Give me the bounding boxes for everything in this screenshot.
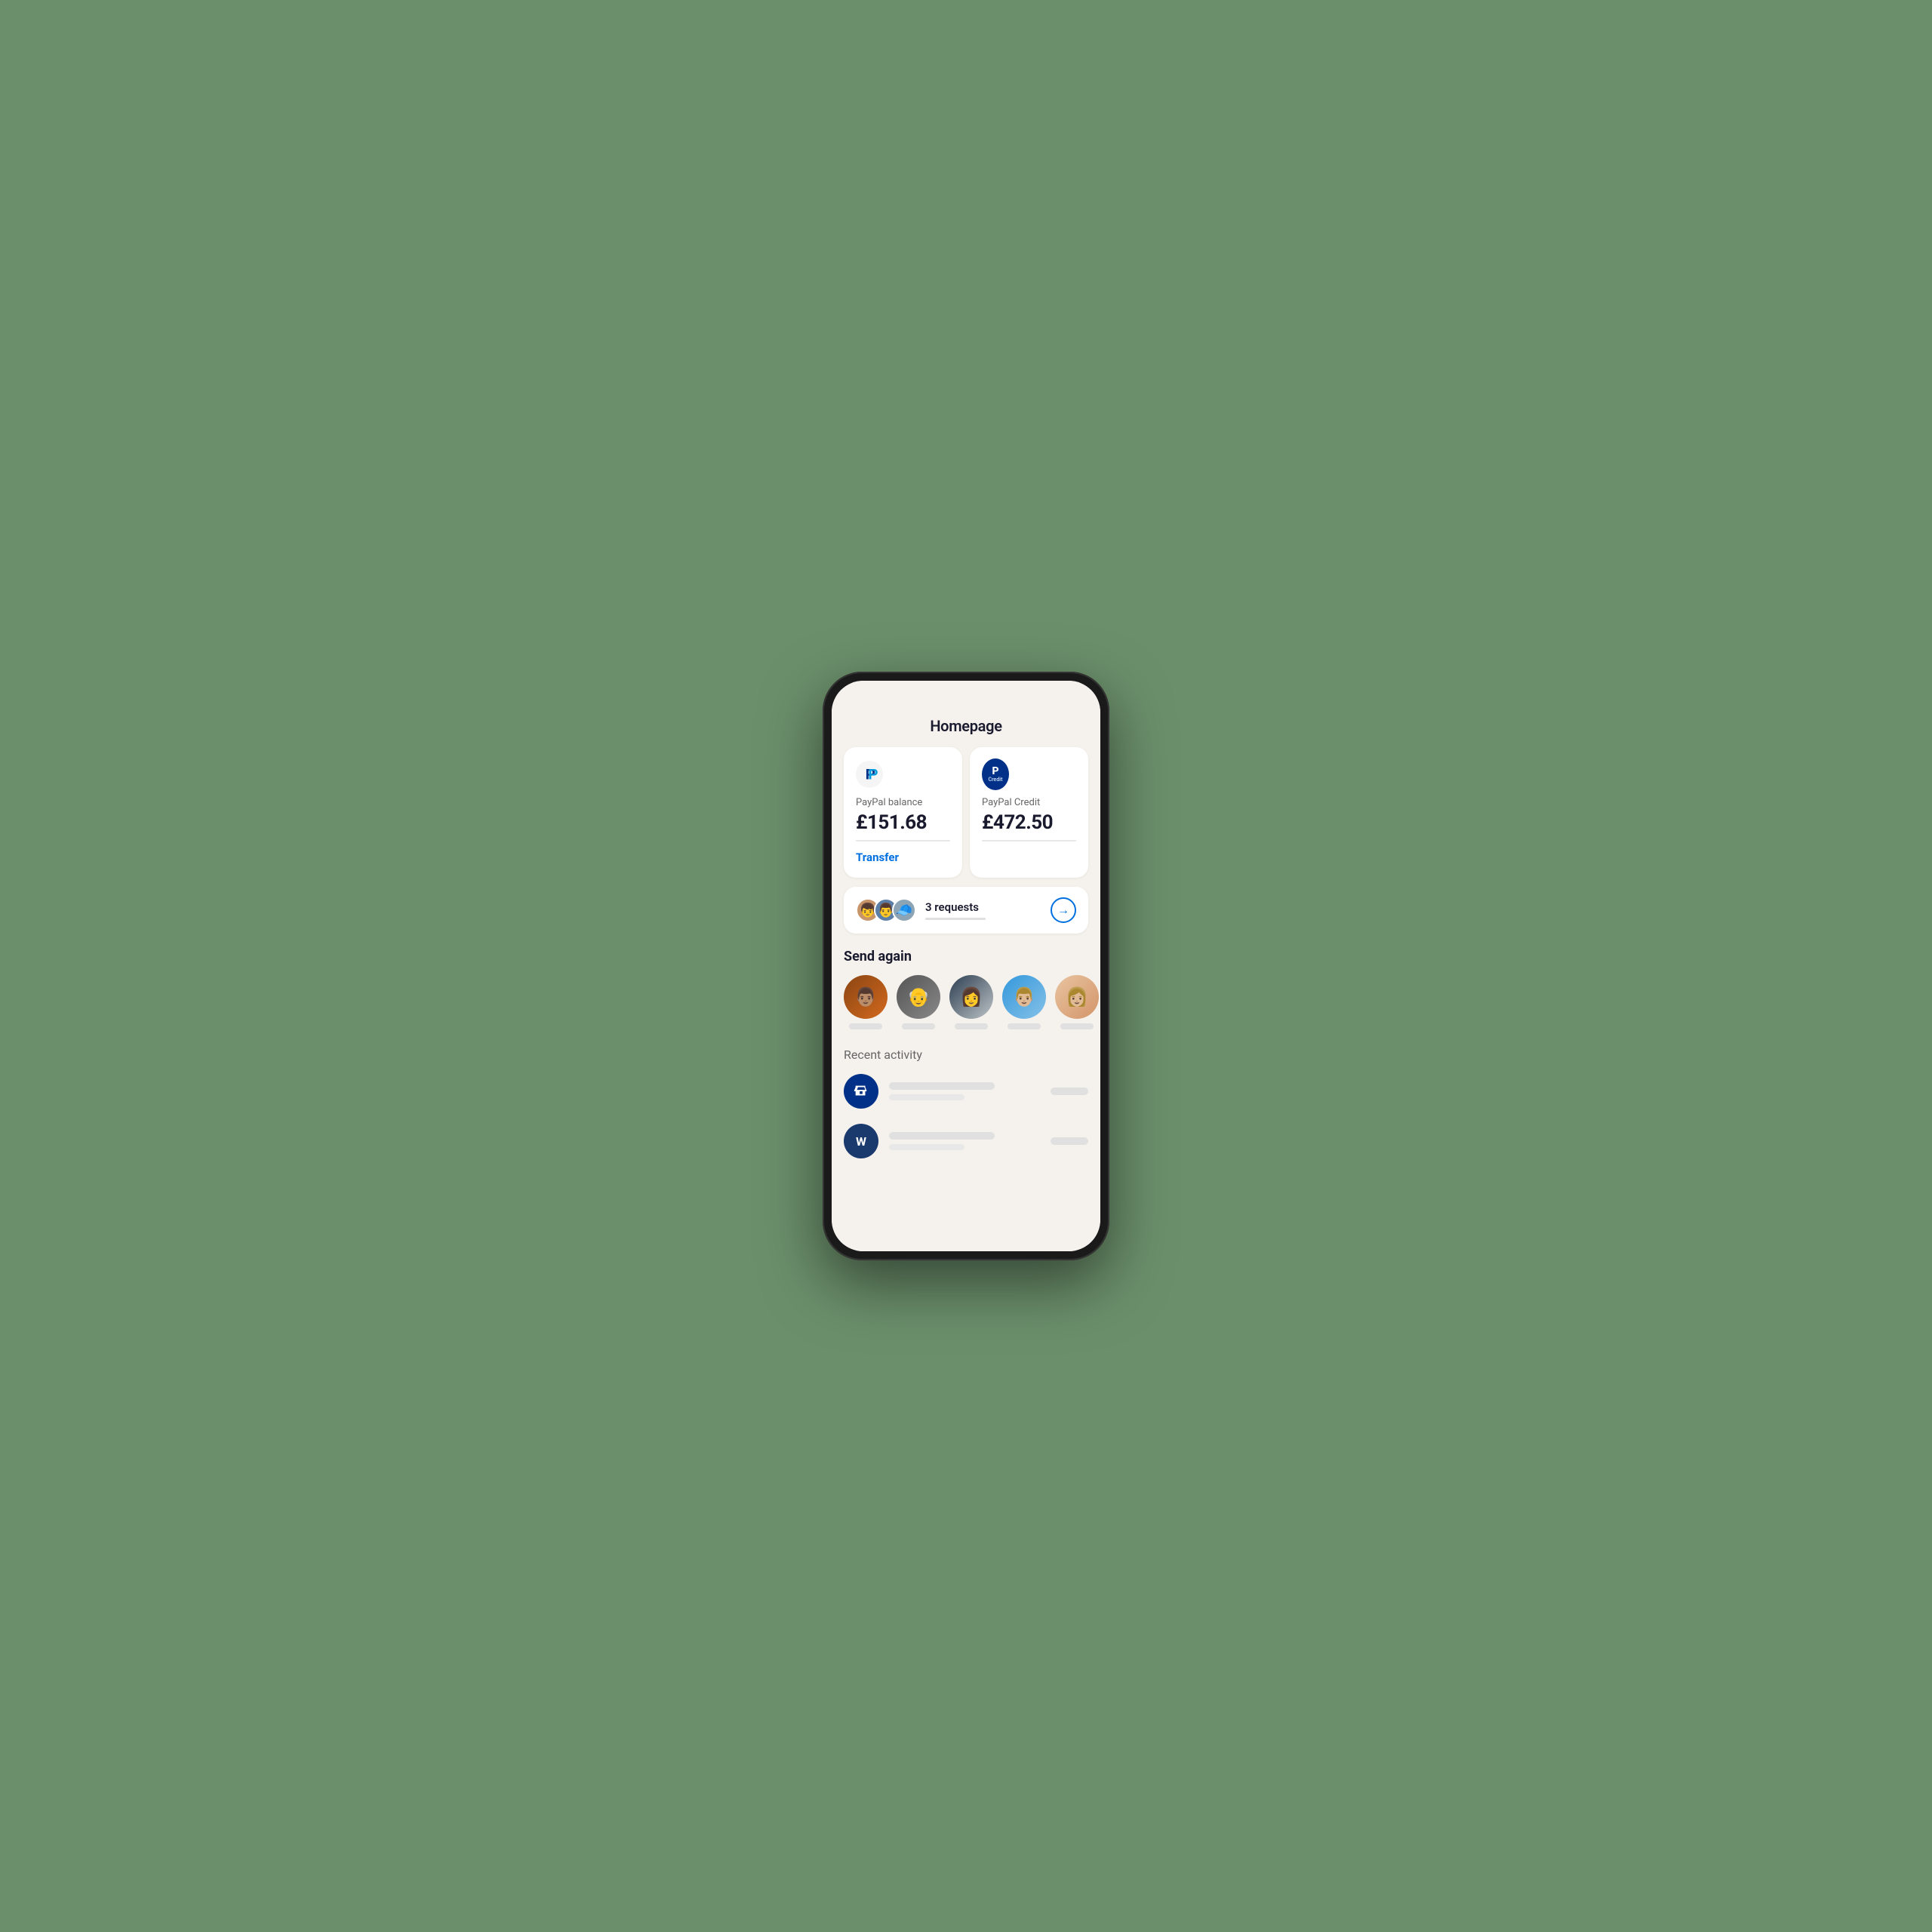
activity-line1-1 [889, 1082, 995, 1090]
paypal-credit-card[interactable]: P Credit PayPal Credit £472.50 [970, 747, 1088, 878]
contact-name-2 [902, 1023, 935, 1029]
activity-icon-w: W [844, 1124, 878, 1158]
credit-logo: P Credit [982, 761, 1009, 788]
balance-cards-row: P P PayPal balance £151.68 Transfer P Cr… [832, 747, 1100, 878]
requests-count: 3 requests [925, 900, 1051, 914]
balance-label: PayPal balance [856, 797, 950, 808]
face-3: 🧢 [894, 900, 915, 921]
contact-avatar-2: 👴 [897, 975, 940, 1019]
activity-amount-2 [1051, 1137, 1088, 1145]
contact-avatar-5: 👩🏼 [1055, 975, 1099, 1019]
activity-line1-2 [889, 1132, 995, 1140]
activity-icon-store [844, 1074, 878, 1109]
page-title: Homepage [832, 708, 1100, 747]
activity-item-1[interactable] [844, 1074, 1088, 1109]
credit-amount: £472.50 [982, 811, 1076, 834]
screen-content: Homepage P P PayPal balance £151.68 [832, 708, 1100, 1251]
credit-label: PayPal Credit [982, 797, 1076, 808]
requests-info: 3 requests [925, 900, 1051, 920]
paypal-logo: P P [856, 761, 883, 788]
requests-arrow-button[interactable]: → [1051, 897, 1076, 923]
contact-face-4: 👨🏼 [1002, 975, 1046, 1019]
request-avatar-3: 🧢 [892, 898, 916, 922]
contact-face-3: 👩 [949, 975, 993, 1019]
credit-label-icon: Credit [989, 777, 1003, 783]
phone-device: Homepage P P PayPal balance £151.68 [823, 672, 1109, 1260]
contact-face-2: 👴 [897, 975, 940, 1019]
contact-4[interactable]: 👨🏼 [1002, 975, 1046, 1029]
transfer-button[interactable]: Transfer [856, 851, 950, 864]
requests-progress-bar [925, 918, 986, 920]
contact-name-3 [955, 1023, 988, 1029]
phone-screen: Homepage P P PayPal balance £151.68 [832, 681, 1100, 1251]
credit-divider [982, 840, 1076, 841]
send-again-title: Send again [832, 949, 1100, 964]
recent-activity-section: Recent activity W [832, 1048, 1100, 1158]
credit-p-letter: P [992, 766, 998, 777]
status-bar [832, 681, 1100, 708]
contact-1[interactable]: 👨🏽 [844, 975, 888, 1029]
send-again-contacts: 👨🏽 👴 👩 [832, 975, 1100, 1029]
contact-face-5: 👩🏼 [1055, 975, 1099, 1019]
contact-avatar-1: 👨🏽 [844, 975, 888, 1019]
contact-name-4 [1008, 1023, 1041, 1029]
activity-line2-2 [889, 1144, 964, 1150]
contact-3[interactable]: 👩 [949, 975, 993, 1029]
activity-amount-1 [1051, 1088, 1088, 1095]
requests-avatars: 👦 👨 🧢 [856, 898, 916, 922]
paypal-balance-card[interactable]: P P PayPal balance £151.68 Transfer [844, 747, 962, 878]
balance-amount: £151.68 [856, 811, 950, 834]
svg-text:P: P [868, 766, 878, 783]
requests-card[interactable]: 👦 👨 🧢 3 requests → [844, 887, 1088, 934]
contact-name-1 [849, 1023, 882, 1029]
contact-face-1: 👨🏽 [844, 975, 888, 1019]
activity-item-2[interactable]: W [844, 1124, 1088, 1158]
contact-2[interactable]: 👴 [897, 975, 940, 1029]
balance-divider [856, 840, 950, 841]
contact-5[interactable]: 👩🏼 [1055, 975, 1099, 1029]
contact-name-5 [1060, 1023, 1094, 1029]
activity-details-2 [889, 1132, 1040, 1150]
contact-avatar-4: 👨🏼 [1002, 975, 1046, 1019]
paypal-credit-icon: P Credit [982, 758, 1009, 790]
activity-details-1 [889, 1082, 1040, 1100]
contact-avatar-3: 👩 [949, 975, 993, 1019]
activity-line2-1 [889, 1094, 964, 1100]
recent-activity-title: Recent activity [844, 1048, 1088, 1062]
